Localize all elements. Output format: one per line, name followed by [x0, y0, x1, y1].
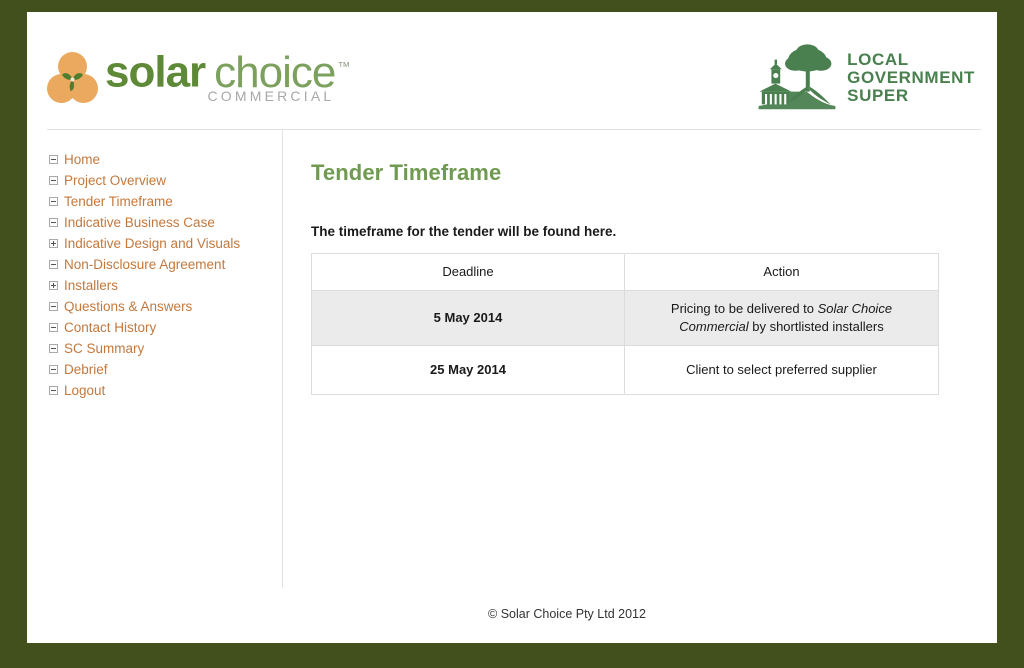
tree-and-town-hall-icon: [758, 44, 836, 110]
table-row: 5 May 2014 Pricing to be delivered to Sol…: [311, 290, 939, 346]
partner-logo-text: LOCAL GOVERNMENT SUPER: [847, 51, 975, 105]
action-text-suffix: by shortlisted installers: [748, 319, 884, 334]
partner-logo-line-2: GOVERNMENT: [847, 68, 975, 87]
table-header-row: Deadline Action: [311, 253, 939, 291]
solar-choice-wordmark: solar choice ™ COMMERCIAL: [105, 42, 350, 104]
minus-box-icon[interactable]: [49, 365, 58, 374]
page-body: Home Project Overview Tender Timeframe Indi…: [27, 130, 997, 588]
sidebar-item-label: Installers: [64, 277, 119, 293]
sidebar-item-label: Indicative Business Case: [64, 214, 215, 230]
solar-choice-logo[interactable]: solar choice ™ COMMERCIAL: [47, 42, 350, 112]
sidebar-item-label: Non-Disclosure Agreement: [64, 256, 226, 272]
sidebar-item-label: Debrief: [64, 361, 108, 377]
cell-action: Pricing to be delivered to Solar Choice …: [624, 290, 939, 346]
minus-box-icon[interactable]: [49, 386, 58, 395]
sidebar-item-label: Contact History: [64, 319, 157, 335]
sidebar-item-label: Project Overview: [64, 172, 167, 188]
leaf-pinwheel-icon: [62, 73, 83, 92]
sidebar-item-questions-answers[interactable]: Questions & Answers: [27, 296, 282, 317]
minus-box-icon[interactable]: [49, 323, 58, 332]
minus-box-icon[interactable]: [49, 197, 58, 206]
sidebar-item-home[interactable]: Home: [27, 149, 282, 170]
minus-box-icon[interactable]: [49, 176, 58, 185]
site-header: solar choice ™ COMMERCIAL LOCAL GOVERNME…: [27, 12, 997, 130]
sidebar-item-indicative-business-case[interactable]: Indicative Business Case: [27, 212, 282, 233]
intro-text: The timeframe for the tender will be fou…: [311, 224, 617, 239]
sidebar-item-installers[interactable]: Installers: [27, 275, 282, 296]
sidebar-item-label: Indicative Design and Visuals: [64, 235, 241, 251]
sidebar-item-debrief[interactable]: Debrief: [27, 359, 282, 380]
sidebar-item-label: Tender Timeframe: [64, 193, 173, 209]
partner-logo-line-1: LOCAL: [847, 50, 909, 69]
cell-action: Client to select preferred supplier: [624, 345, 939, 395]
plus-box-icon[interactable]: [49, 281, 58, 290]
sidebar-item-indicative-design-and-visuals[interactable]: Indicative Design and Visuals: [27, 233, 282, 254]
sidebar-item-label: Questions & Answers: [64, 298, 193, 314]
footer-copyright: © Solar Choice Pty Ltd 2012: [488, 607, 646, 621]
column-header-action: Action: [624, 253, 939, 291]
minus-box-icon[interactable]: [49, 155, 58, 164]
sidebar-item-label: Home: [64, 151, 101, 167]
logo-word-solar: solar: [105, 47, 206, 97]
sidebar-navigation: Home Project Overview Tender Timeframe Indi…: [27, 130, 283, 588]
table-body: 5 May 2014 Pricing to be delivered to Sol…: [311, 290, 939, 395]
page-sheet: solar choice ™ COMMERCIAL LOCAL GOVERNME…: [27, 12, 997, 643]
column-header-deadline: Deadline: [311, 253, 625, 291]
cell-deadline: 25 May 2014: [311, 345, 625, 395]
partner-logo-line-3: SUPER: [847, 86, 909, 105]
action-text-prefix: Client to select preferred supplier: [686, 362, 877, 377]
table-head: Deadline Action: [311, 253, 939, 291]
three-circles-leaf-icon: [47, 52, 99, 108]
trademark-symbol: ™: [337, 59, 351, 74]
minus-box-icon[interactable]: [49, 218, 58, 227]
minus-box-icon[interactable]: [49, 302, 58, 311]
sidebar-item-label: SC Summary: [64, 340, 145, 356]
sidebar-item-contact-history[interactable]: Contact History: [27, 317, 282, 338]
page-title: Tender Timeframe: [311, 160, 502, 185]
sidebar-item-logout[interactable]: Logout: [27, 380, 282, 401]
minus-box-icon[interactable]: [49, 344, 58, 353]
tender-timeframe-table: Deadline Action 5 May 2014 Pricing to be …: [311, 253, 939, 395]
local-government-super-logo[interactable]: LOCAL GOVERNMENT SUPER: [756, 42, 975, 114]
minus-box-icon[interactable]: [49, 260, 58, 269]
sidebar-item-project-overview[interactable]: Project Overview: [27, 170, 282, 191]
main-content: Tender Timeframe The timeframe for the t…: [283, 130, 997, 588]
action-text-prefix: Pricing to be delivered to: [670, 301, 818, 316]
sidebar-item-sc-summary[interactable]: SC Summary: [27, 338, 282, 359]
sidebar-item-label: Logout: [64, 382, 106, 398]
table-row: 25 May 2014 Client to select preferred su…: [311, 345, 939, 395]
sidebar-item-non-disclosure-agreement[interactable]: Non-Disclosure Agreement: [27, 254, 282, 275]
sidebar-item-tender-timeframe[interactable]: Tender Timeframe: [27, 191, 282, 212]
cell-deadline: 5 May 2014: [311, 290, 625, 346]
plus-box-icon[interactable]: [49, 239, 58, 248]
